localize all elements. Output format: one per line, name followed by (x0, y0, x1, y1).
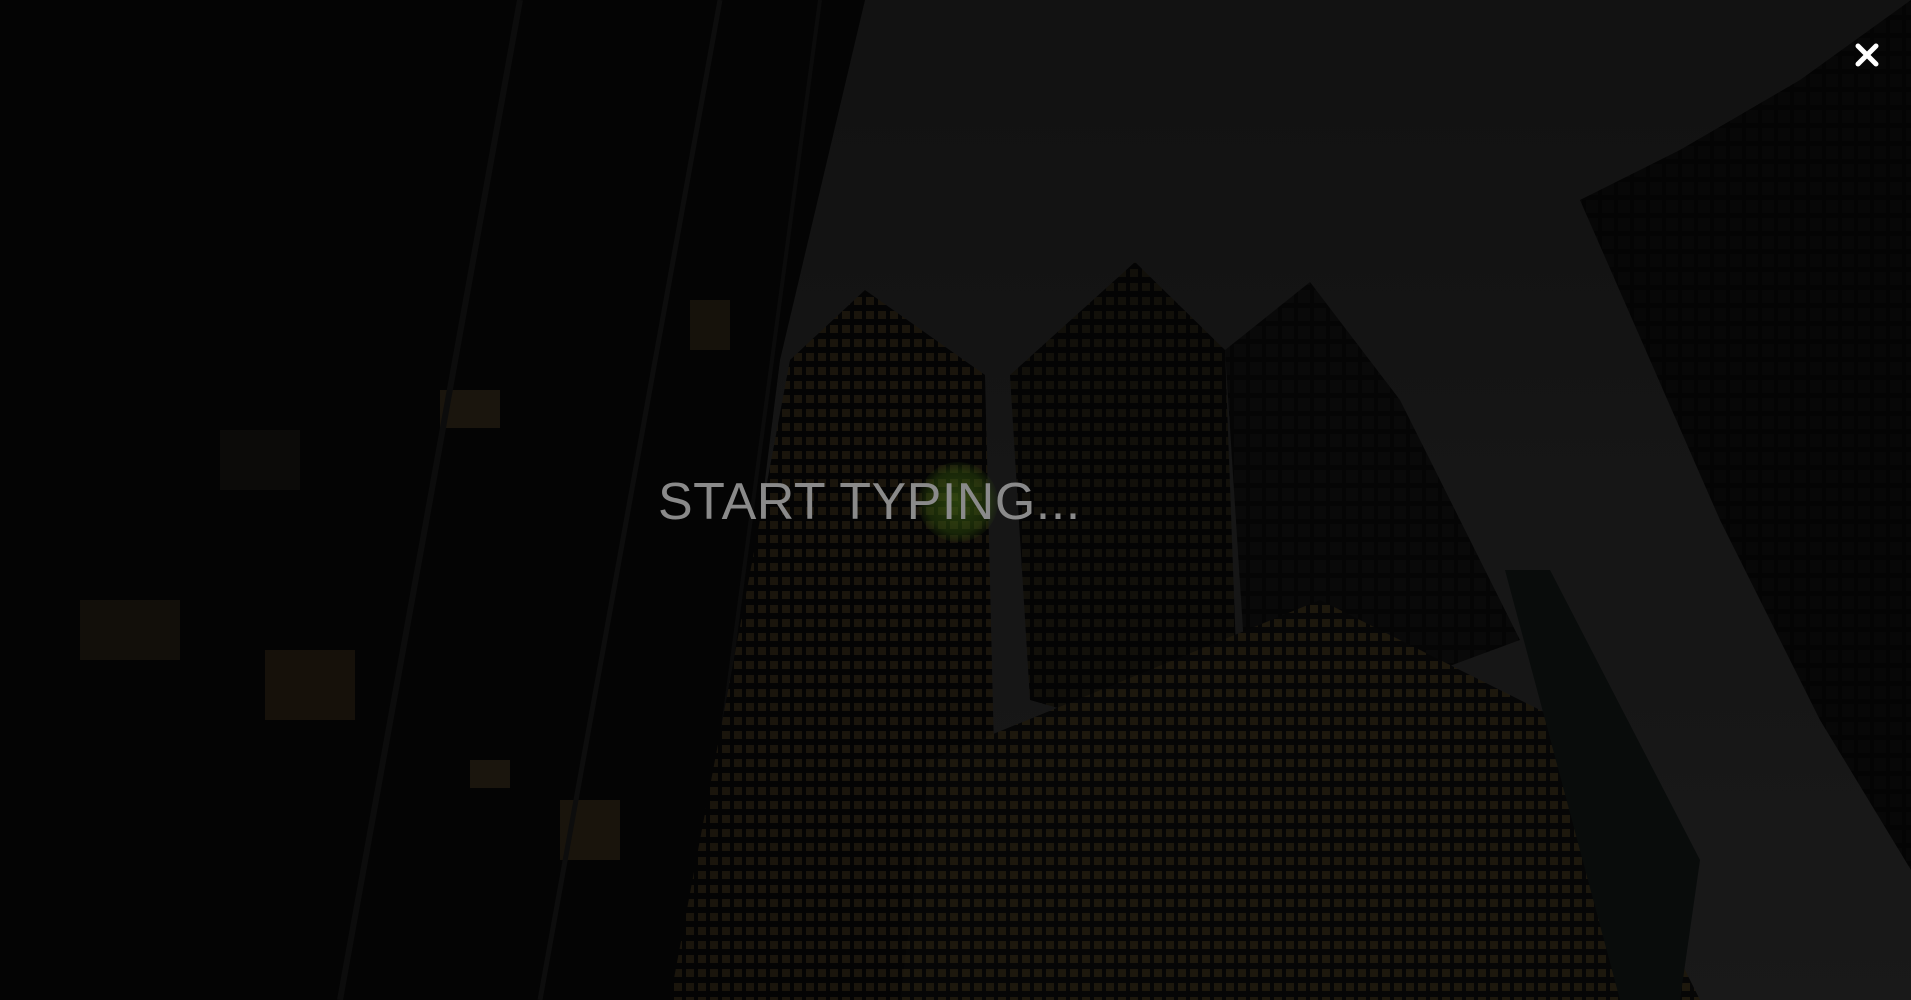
search-overlay (0, 0, 1911, 1000)
close-icon (1855, 43, 1879, 67)
close-button[interactable] (1848, 36, 1886, 74)
search-field-wrapper (640, 462, 1280, 542)
search-input[interactable] (640, 462, 1280, 542)
